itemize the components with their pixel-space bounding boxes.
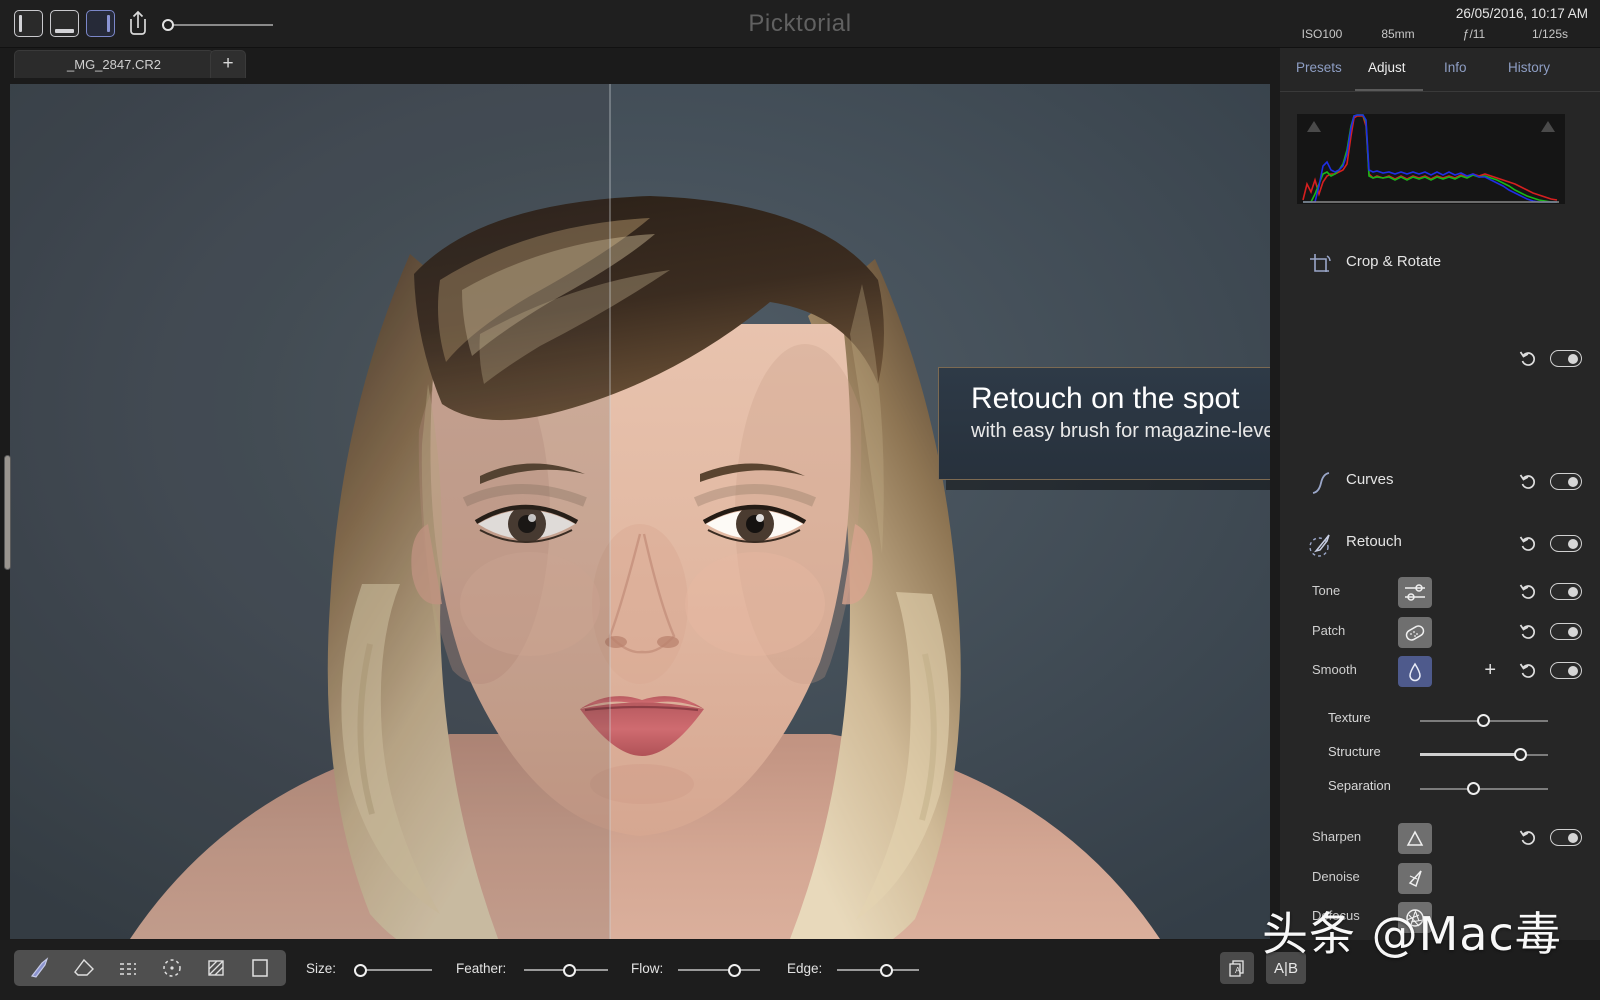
histogram-highlight-marker[interactable] — [1541, 121, 1555, 132]
selection-circle-icon[interactable] — [150, 951, 194, 985]
slider-fill — [1420, 753, 1520, 756]
slider-track[interactable] — [1420, 788, 1548, 790]
slider-knob[interactable] — [1467, 782, 1480, 795]
slider-track[interactable] — [678, 969, 760, 971]
sliders-icon[interactable] — [1398, 577, 1432, 608]
reset-icon[interactable] — [1519, 349, 1538, 368]
section-label-crop-rotate: Crop & Rotate — [1346, 253, 1442, 270]
document-tabbar: _MG_2847.CR2 + — [0, 48, 1280, 78]
reset-icon[interactable] — [1519, 828, 1538, 847]
dashed-lines-icon[interactable] — [106, 951, 150, 985]
reset-icon[interactable] — [1519, 472, 1538, 491]
adjust-panel: Presets Adjust Info History Crop & Rotat… — [1280, 48, 1600, 1000]
enable-toggle[interactable] — [1550, 473, 1582, 490]
slider-label-structure: Structure — [1328, 744, 1381, 759]
droplet-icon[interactable] — [1398, 656, 1432, 687]
slider-texture[interactable]: Texture — [1280, 704, 1600, 738]
denoise-icon[interactable] — [1398, 863, 1432, 894]
slider-separation[interactable]: Separation — [1280, 772, 1600, 806]
active-tab-underline — [1355, 89, 1423, 91]
enable-toggle[interactable] — [1550, 662, 1582, 679]
hatch-pattern-icon[interactable] — [194, 951, 238, 985]
tool-label-tone: Tone — [1312, 583, 1341, 598]
rgb-histogram[interactable] — [1297, 114, 1565, 204]
section-crop-rotate[interactable]: Crop & Rotate — [1280, 248, 1600, 282]
capture-datetime: 26/05/2016, 10:17 AM — [1455, 6, 1588, 21]
vertical-scrollbar[interactable] — [4, 455, 11, 570]
retouch-tool-tone[interactable]: Tone — [1280, 576, 1600, 610]
shutter-value: 1/125s — [1531, 27, 1569, 41]
detail-tool-denoise[interactable]: Denoise — [1280, 862, 1600, 896]
focal-length-value: 85mm — [1381, 27, 1415, 41]
slider-knob[interactable] — [880, 963, 893, 977]
section-label-curves: Curves — [1346, 471, 1394, 488]
section-label-retouch: Retouch — [1346, 533, 1402, 550]
top-toolbar: Picktorial 26/05/2016, 10:17 AM ISO100 8… — [0, 0, 1600, 48]
retouch-tool-smooth[interactable]: Smooth + — [1280, 655, 1600, 689]
tab-history[interactable]: History — [1508, 60, 1550, 75]
callout-title: Retouch on the spot — [971, 382, 1240, 415]
reset-icon[interactable] — [1519, 622, 1538, 641]
curves-icon — [1306, 468, 1336, 498]
picktorial-window: Picktorial 26/05/2016, 10:17 AM ISO100 8… — [0, 0, 1600, 1000]
reset-icon[interactable] — [1519, 582, 1538, 601]
crop-rotate-icon — [1306, 250, 1336, 280]
iso-value: ISO100 — [1301, 27, 1343, 41]
brush-icon[interactable] — [18, 951, 62, 985]
portrait-photo — [10, 84, 1270, 939]
slider-knob[interactable] — [1477, 714, 1490, 727]
triangle-icon[interactable] — [1398, 823, 1432, 854]
slider-knob[interactable] — [728, 963, 741, 977]
histogram-shadow-marker[interactable] — [1307, 121, 1321, 132]
retouch-brush-icon — [1306, 530, 1336, 560]
enable-toggle[interactable] — [1550, 829, 1582, 846]
new-tab-button[interactable]: + — [210, 50, 246, 78]
slider-label-feather: Feather: — [456, 961, 507, 976]
slider-label-edge: Edge: — [787, 961, 823, 976]
enable-toggle[interactable] — [1550, 583, 1582, 600]
rectangle-mask-icon[interactable] — [238, 951, 282, 985]
slider-label-flow: Flow: — [631, 961, 664, 976]
add-mask-button[interactable]: + — [1484, 660, 1496, 680]
detail-tool-sharpen[interactable]: Sharpen — [1280, 822, 1600, 856]
tool-label-denoise: Denoise — [1312, 869, 1360, 884]
section-hidden-controls[interactable] — [1280, 343, 1600, 377]
slider-knob[interactable] — [354, 963, 367, 977]
retouch-tool-patch[interactable]: Patch — [1280, 616, 1600, 650]
image-canvas[interactable]: Retouch on the spot with easy brush for … — [10, 84, 1270, 939]
reset-icon[interactable] — [1519, 534, 1538, 553]
tool-label-patch: Patch — [1312, 623, 1346, 638]
tab-info[interactable]: Info — [1444, 60, 1467, 75]
tab-mg-2847[interactable]: _MG_2847.CR2 — [14, 50, 214, 78]
enable-toggle[interactable] — [1550, 623, 1582, 640]
enable-toggle[interactable] — [1550, 350, 1582, 367]
slider-track[interactable] — [837, 969, 919, 971]
feature-callout: Retouch on the spot with easy brush for … — [938, 367, 1270, 480]
slider-knob[interactable] — [1514, 748, 1527, 761]
slider-structure[interactable]: Structure — [1280, 738, 1600, 772]
slider-label-size: Size: — [306, 961, 337, 976]
slider-label-separation: Separation — [1328, 778, 1391, 793]
watermark: 头条 @Mac毒 — [1262, 907, 1562, 961]
eraser-icon[interactable] — [62, 951, 106, 985]
tool-label-smooth: Smooth — [1312, 662, 1357, 677]
section-curves[interactable]: Curves — [1280, 466, 1600, 500]
aperture-value: ƒ/11 — [1462, 27, 1486, 41]
tab-presets[interactable]: Presets — [1296, 60, 1342, 75]
brush-tool-group — [14, 950, 286, 986]
before-half-overlay — [10, 84, 610, 939]
exif-metadata: 26/05/2016, 10:17 AM ISO100 85mm ƒ/11 1/… — [1284, 6, 1588, 41]
section-retouch[interactable]: Retouch — [1280, 528, 1600, 562]
reset-icon[interactable] — [1519, 661, 1538, 680]
slider-label-texture: Texture — [1328, 710, 1371, 725]
panel-tabs: Presets Adjust Info History — [1280, 48, 1600, 92]
bandage-icon[interactable] — [1398, 617, 1432, 648]
tab-adjust[interactable]: Adjust — [1368, 60, 1406, 75]
callout-subtitle: with easy brush for magazine-level resul… — [971, 420, 1270, 442]
enable-toggle[interactable] — [1550, 535, 1582, 552]
svg-text:A: A — [1235, 966, 1241, 975]
slider-knob[interactable] — [563, 963, 576, 977]
tool-label-sharpen: Sharpen — [1312, 829, 1362, 844]
compare-copy-button[interactable]: A — [1220, 952, 1254, 984]
